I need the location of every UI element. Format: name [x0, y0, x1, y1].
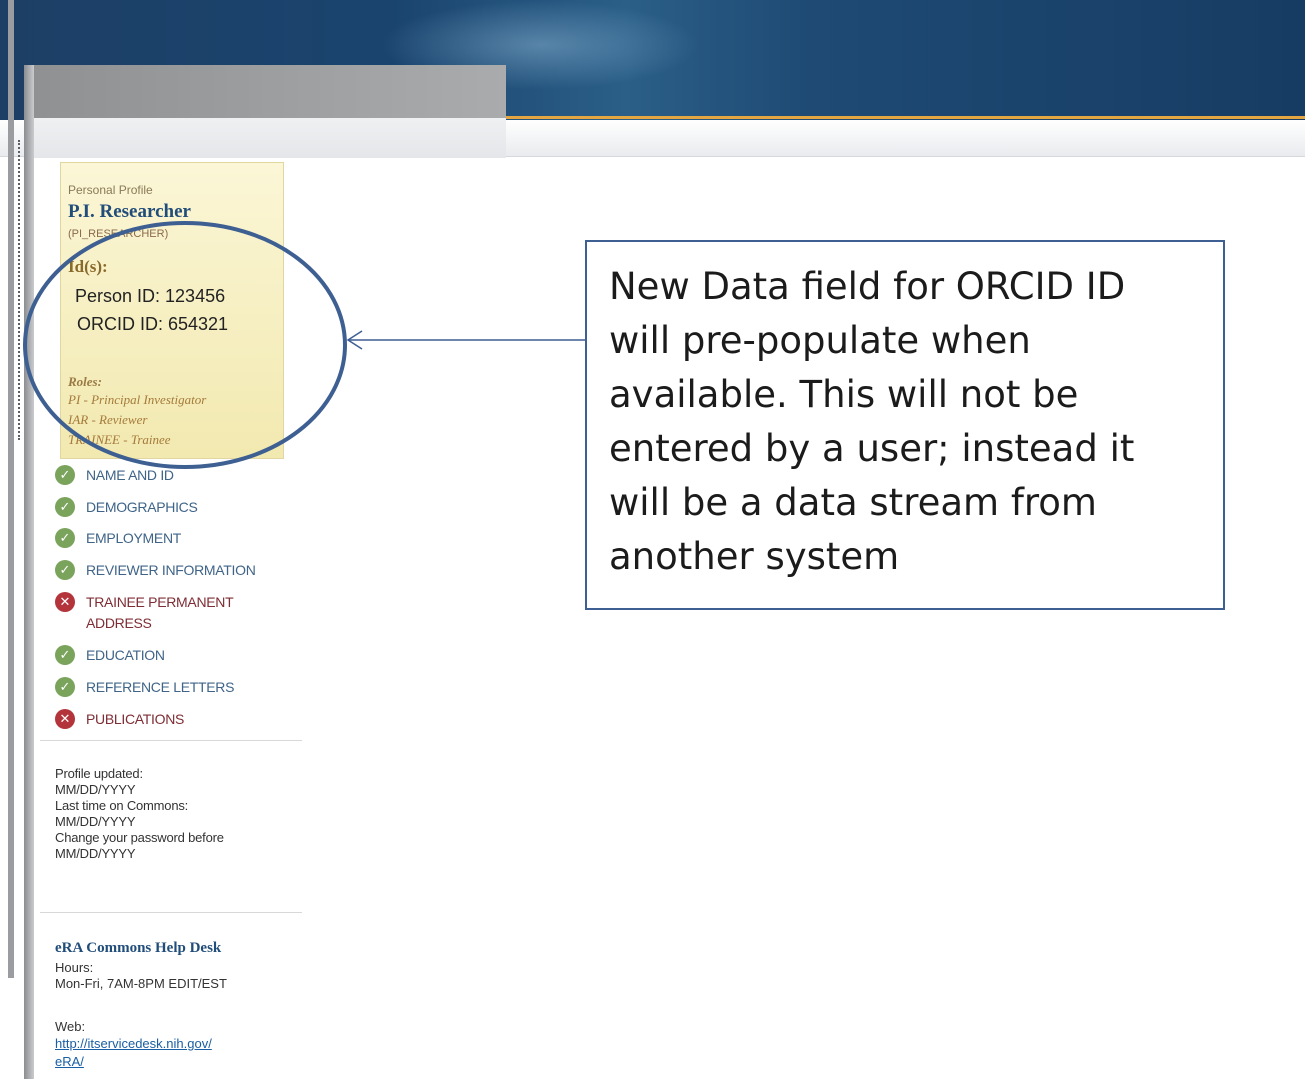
role-item: IAR - Reviewer: [68, 412, 148, 427]
nav-item-publications[interactable]: ✕ PUBLICATIONS: [55, 709, 184, 730]
nav-item-name-and-id[interactable]: ✓ NAME AND ID: [55, 465, 174, 486]
nav-item-education[interactable]: ✓ EDUCATION: [55, 645, 165, 666]
check-circle-icon: ✓: [55, 528, 75, 548]
help-hours-label: Hours:: [55, 960, 94, 975]
password-value: MM/DD/YYYY: [55, 846, 136, 861]
roles-label: Roles:: [68, 374, 102, 389]
check-circle-icon: ✓: [55, 677, 75, 697]
person-id: Person ID: 123456: [75, 286, 226, 306]
left-panel-subheader: [24, 118, 506, 158]
help-web-link[interactable]: http://itservicedesk.nih.gov/: [55, 1035, 212, 1053]
help-web-link-continued[interactable]: eRA/: [55, 1053, 84, 1071]
profile-updated-value: MM/DD/YYYY: [55, 782, 136, 797]
help-web-label: Web:: [55, 1019, 86, 1034]
ids-label: Id(s):: [68, 257, 108, 276]
check-circle-icon: ✓: [55, 560, 75, 580]
divider: [40, 740, 302, 741]
profile-username: (PI_RESEARCHER): [68, 228, 169, 240]
nav-item-label: NAME AND ID: [86, 467, 174, 483]
nav-item-label: REFERENCE LETTERS: [86, 679, 235, 695]
nav-item-label: PUBLICATIONS: [86, 711, 185, 727]
arrowhead-icon: [346, 330, 363, 350]
banner-accent-rule: [505, 116, 1305, 119]
check-circle-icon: ✓: [55, 497, 75, 517]
password-label: Change your password before: [55, 830, 224, 845]
divider: [40, 912, 302, 913]
help-hours-value: Mon-Fri, 7AM-8PM EDIT/EST: [55, 976, 227, 991]
help-desk-title: eRA Commons Help Desk: [55, 940, 222, 956]
x-circle-icon: ✕: [55, 592, 75, 612]
left-scrollbar[interactable]: [24, 65, 34, 1079]
role-item: PI - Principal Investigator: [68, 392, 207, 407]
check-circle-icon: ✓: [55, 645, 75, 665]
nav-item-trainee-permanent-address[interactable]: ✕ TRAINEE PERMANENT ADDRESS: [55, 592, 255, 634]
x-circle-icon: ✕: [55, 709, 75, 729]
selection-guide: [18, 140, 20, 440]
profile-name: P.I. Researcher: [68, 201, 191, 222]
nav-item-label: EDUCATION: [86, 647, 165, 663]
orcid-id: ORCID ID: 654321: [77, 314, 229, 334]
profile-updated-label: Profile updated:: [55, 766, 143, 781]
last-time-label: Last time on Commons:: [55, 798, 189, 813]
role-item: TRAINEE - Trainee: [68, 432, 171, 447]
check-circle-icon: ✓: [55, 465, 75, 485]
last-time-value: MM/DD/YYYY: [55, 814, 136, 829]
callout-box: New Data field for ORCID ID will pre-pop…: [585, 240, 1225, 610]
nav-item-label: DEMOGRAPHICS: [86, 499, 198, 515]
nav-item-label: TRAINEE PERMANENT ADDRESS: [86, 594, 234, 631]
nav-item-label: REVIEWER INFORMATION: [86, 562, 256, 578]
nav-item-employment[interactable]: ✓ EMPLOYMENT: [55, 528, 181, 549]
nav-item-reviewer-information[interactable]: ✓ REVIEWER INFORMATION: [55, 560, 256, 581]
nav-item-label: EMPLOYMENT: [86, 530, 182, 546]
profile-section-label: Personal Profile: [68, 183, 153, 197]
window-edge: [8, 0, 14, 978]
nav-item-demographics[interactable]: ✓ DEMOGRAPHICS: [55, 497, 198, 518]
nav-item-reference-letters[interactable]: ✓ REFERENCE LETTERS: [55, 677, 234, 698]
